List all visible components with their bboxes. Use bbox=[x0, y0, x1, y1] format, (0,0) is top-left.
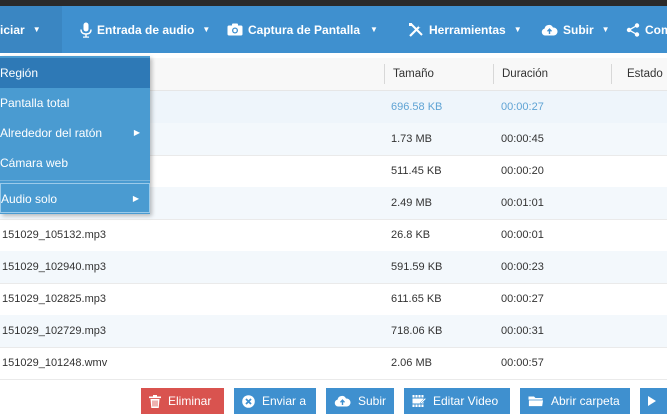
action-bar: Eliminar Enviar a Subir Editar Video Abr… bbox=[0, 380, 667, 414]
column-divider bbox=[493, 64, 494, 84]
file-name-cell: 151029_102940.mp3 bbox=[2, 261, 106, 273]
file-size-cell: 1.73 MB bbox=[391, 133, 432, 145]
share-button[interactable]: Com bbox=[626, 6, 667, 53]
table-row[interactable]: 151029_102940.mp3 591.59 KB 00:00:23 bbox=[0, 251, 667, 284]
send-to-button[interactable]: Enviar a bbox=[234, 388, 316, 414]
audio-input-label: Entrada de audio bbox=[97, 22, 195, 37]
duration-cell: 00:00:01 bbox=[501, 229, 544, 241]
microphone-icon bbox=[80, 22, 92, 38]
file-name-cell: 151029_105132.mp3 bbox=[2, 229, 106, 241]
file-name-cell: 151029_102729.mp3 bbox=[2, 325, 106, 337]
duration-cell: 00:00:23 bbox=[501, 261, 544, 273]
upload-menu-button[interactable]: Subir ▼ bbox=[541, 6, 610, 53]
file-size-cell: 718.06 KB bbox=[391, 325, 443, 337]
column-divider bbox=[611, 64, 612, 84]
open-folder-label: Abrir carpeta bbox=[551, 394, 620, 408]
table-row[interactable]: 151029_102825.mp3 611.65 KB 00:00:27 bbox=[0, 283, 667, 316]
cloud-upload-icon bbox=[541, 24, 558, 36]
column-divider bbox=[384, 64, 385, 84]
play-button[interactable] bbox=[640, 388, 667, 414]
menu-item-label: Pantalla total bbox=[0, 96, 70, 110]
upload-button-label: Subir bbox=[358, 394, 387, 408]
table-row[interactable]: 151029_101248.wmv 2.06 MB 00:00:57 bbox=[0, 347, 667, 380]
tools-label: Herramientas bbox=[429, 22, 506, 37]
chevron-down-icon: ▼ bbox=[32, 25, 41, 34]
send-icon bbox=[242, 394, 255, 408]
menu-item-full-screen[interactable]: Pantalla total bbox=[0, 88, 150, 118]
duration-cell: 00:01:01 bbox=[501, 197, 544, 209]
upload-button[interactable]: Subir bbox=[326, 388, 394, 414]
chevron-right-icon: ▶ bbox=[133, 128, 140, 137]
cloud-upload-icon bbox=[334, 395, 351, 407]
file-size-cell: 2.49 MB bbox=[391, 197, 432, 209]
chevron-down-icon: ▼ bbox=[202, 25, 211, 34]
duration-cell: 00:00:31 bbox=[501, 325, 544, 337]
send-label: Enviar a bbox=[262, 394, 307, 408]
duration-cell: 00:00:20 bbox=[501, 165, 544, 177]
chevron-down-icon: ▼ bbox=[601, 25, 610, 34]
chevron-down-icon: ▼ bbox=[370, 25, 378, 34]
menu-item-webcam[interactable]: Cámara web bbox=[0, 148, 150, 178]
file-size-cell: 2.06 MB bbox=[391, 357, 432, 369]
share-label: Com bbox=[645, 22, 667, 37]
duration-cell: 00:00:27 bbox=[501, 293, 544, 305]
record-label: iciar bbox=[0, 22, 25, 37]
menu-item-label: Cámara web bbox=[0, 156, 69, 170]
file-name-cell: 151029_102825.mp3 bbox=[2, 293, 106, 305]
menu-divider bbox=[0, 180, 150, 181]
open-folder-button[interactable]: Abrir carpeta bbox=[520, 388, 630, 414]
video-edit-icon bbox=[412, 394, 426, 408]
play-icon bbox=[648, 396, 656, 406]
share-icon bbox=[626, 22, 640, 37]
chevron-right-icon: ▶ bbox=[132, 194, 139, 203]
file-size-cell: 591.59 KB bbox=[391, 261, 443, 273]
camera-icon bbox=[227, 23, 243, 36]
screenshot-dropdown[interactable]: ▼ bbox=[370, 6, 378, 53]
menu-item-label: Alrededor del ratón bbox=[0, 126, 103, 140]
file-size-cell: 696.58 KB bbox=[391, 101, 443, 113]
tools-button[interactable]: Herramientas ▼ bbox=[408, 6, 522, 53]
duration-cell: 00:00:45 bbox=[501, 133, 544, 145]
edit-video-button[interactable]: Editar Video bbox=[404, 388, 510, 414]
record-menu-button[interactable]: iciar ▼ bbox=[0, 6, 62, 53]
column-header-status[interactable]: Estado bbox=[627, 58, 663, 90]
table-row[interactable]: 151029_105132.mp3 26.8 KB 00:00:01 bbox=[0, 219, 667, 252]
file-size-cell: 511.45 KB bbox=[391, 165, 442, 177]
delete-label: Eliminar bbox=[168, 394, 212, 408]
record-mode-menu: Región Pantalla total Alrededor del rató… bbox=[0, 56, 150, 214]
menu-item-region[interactable]: Región bbox=[0, 58, 150, 88]
trash-icon bbox=[149, 394, 161, 408]
column-header-duration[interactable]: Duración bbox=[502, 58, 548, 90]
column-header-size[interactable]: Tamaño bbox=[393, 58, 434, 90]
audio-input-button[interactable]: Entrada de audio ▼ bbox=[80, 6, 210, 53]
table-row[interactable]: 151029_102729.mp3 718.06 KB 00:00:31 bbox=[0, 315, 667, 348]
file-name-cell: 151029_101248.wmv bbox=[2, 357, 108, 369]
menu-item-label: Región bbox=[0, 66, 39, 80]
upload-label: Subir bbox=[563, 22, 594, 37]
menu-item-label: Audio solo bbox=[1, 192, 58, 206]
file-size-cell: 26.8 KB bbox=[391, 229, 431, 241]
duration-cell: 00:00:57 bbox=[501, 357, 544, 369]
duration-cell: 00:00:27 bbox=[501, 101, 544, 113]
main-toolbar: iciar ▼ Entrada de audio ▼ Captura de Pa… bbox=[0, 6, 667, 53]
screenshot-button[interactable]: Captura de Pantalla bbox=[227, 6, 360, 53]
menu-item-audio-only[interactable]: Audio solo ▶ bbox=[0, 183, 150, 213]
edit-video-label: Editar Video bbox=[433, 394, 499, 408]
delete-button[interactable]: Eliminar bbox=[141, 388, 224, 414]
screenshot-label: Captura de Pantalla bbox=[248, 22, 361, 37]
chevron-down-icon: ▼ bbox=[513, 25, 522, 34]
menu-item-around-mouse[interactable]: Alrededor del ratón ▶ bbox=[0, 118, 150, 148]
tools-icon bbox=[408, 22, 424, 38]
file-size-cell: 611.65 KB bbox=[391, 293, 442, 305]
folder-icon bbox=[528, 395, 544, 407]
